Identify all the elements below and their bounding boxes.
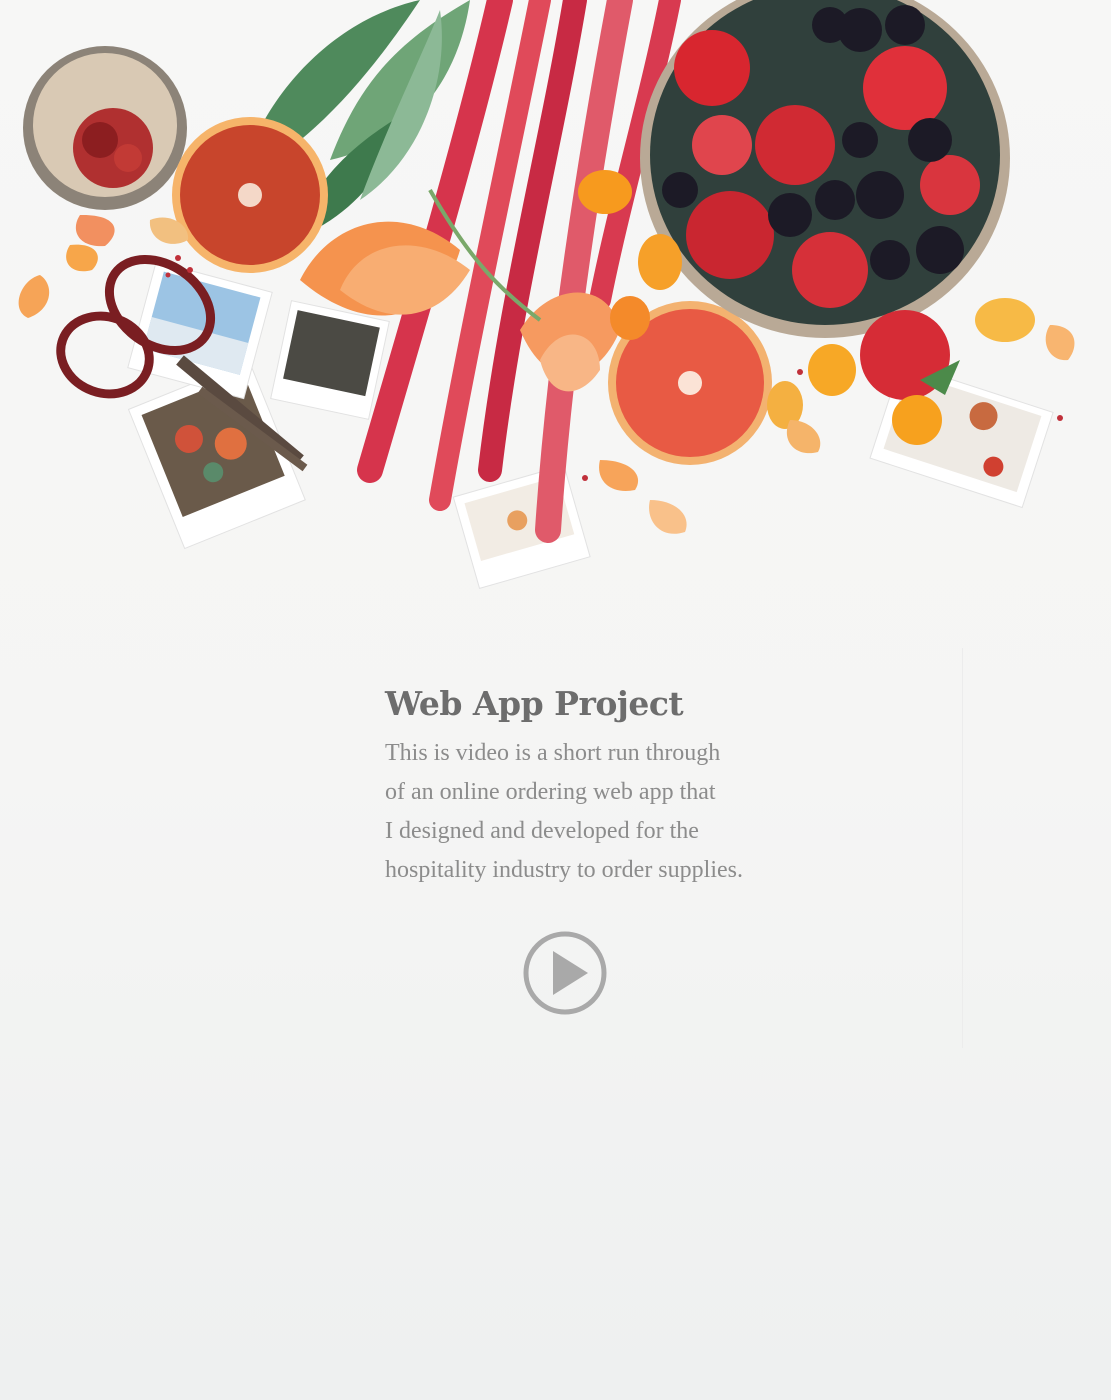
project-info: Web App Project This is video is a short… (385, 682, 845, 890)
hero-food-photo (18, 0, 1075, 590)
pepper-bowl (23, 46, 187, 210)
description-line: I designed and developed for the (385, 818, 699, 844)
play-video-button[interactable] (522, 930, 608, 1016)
description-line: This is video is a short run through (385, 740, 721, 766)
project-title: Web App Project (385, 684, 684, 723)
berry-bowl (640, 0, 1010, 338)
description-line: hospitality industry to order supplies. (385, 857, 743, 883)
project-description: This is video is a short run through of … (385, 734, 845, 890)
description-line: of an online ordering web app that (385, 779, 716, 805)
play-circle-icon[interactable] (522, 930, 608, 1016)
